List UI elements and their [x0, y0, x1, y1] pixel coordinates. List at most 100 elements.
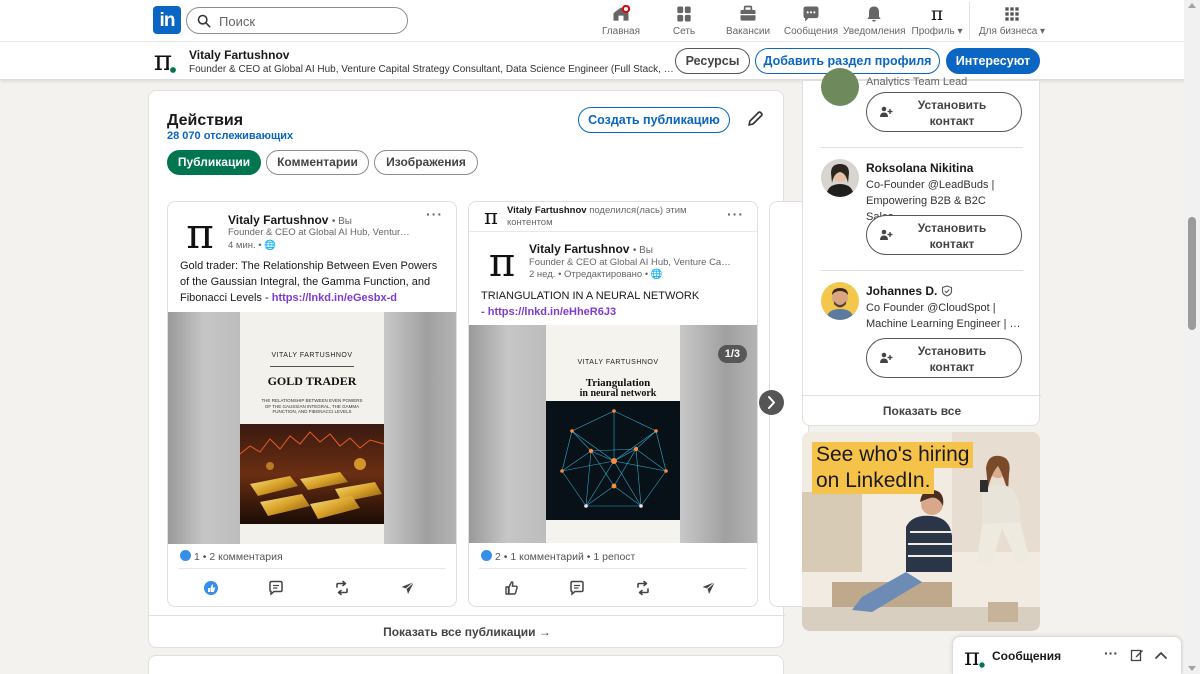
show-all-suggestions-button[interactable]: Показать все: [803, 395, 1041, 427]
person-avatar[interactable]: [821, 68, 859, 106]
post-link[interactable]: https://lnkd.in/eGesbx-d: [272, 292, 397, 304]
verified-shield-icon: [941, 285, 952, 297]
followers-link[interactable]: 28 070 отслеживающих: [167, 130, 293, 142]
nav-messaging[interactable]: Сообщения: [782, 4, 840, 38]
comment-icon[interactable]: [568, 579, 586, 597]
connect-button[interactable]: Установить контакт: [866, 215, 1022, 255]
post-reactions[interactable]: 1 • 2 комментария: [180, 550, 283, 563]
person-description: Co Founder @CloudSpot | Machine Learning…: [866, 302, 1021, 330]
post-author[interactable]: Vitaly Fartushnov • Вы: [529, 242, 653, 256]
resources-button[interactable]: Ресурсы: [675, 48, 750, 74]
post-reactions[interactable]: 2 • 1 комментарий • 1 репост: [481, 550, 635, 563]
chevron-up-icon[interactable]: [1154, 649, 1168, 661]
post-body: Gold trader: The Relationship Between Ev…: [180, 260, 438, 304]
person-avatar[interactable]: [821, 159, 859, 197]
messaging-more-icon[interactable]: ···: [1104, 645, 1118, 661]
messaging-avatar: π: [964, 644, 986, 670]
more-options-icon[interactable]: ···: [727, 206, 744, 222]
post-author-headline: Founder & CEO at Global AI Hub, Venture …: [228, 227, 413, 238]
profile-pi-icon: π: [931, 4, 943, 24]
sharer-avatar[interactable]: π: [481, 206, 501, 226]
interested-button[interactable]: Интересуют: [946, 48, 1040, 74]
nav-jobs[interactable]: Вакансии: [723, 4, 773, 38]
add-person-icon: [880, 352, 893, 363]
connect-button[interactable]: Установить контакт: [866, 338, 1022, 378]
edit-pencil-icon[interactable]: [746, 110, 764, 128]
next-section-card: [148, 655, 784, 674]
like-icon[interactable]: [502, 579, 520, 597]
like-reaction-icon: [180, 550, 191, 561]
profile-avatar[interactable]: π: [150, 46, 178, 74]
tab-comments[interactable]: Комментарии: [266, 150, 369, 175]
create-post-button[interactable]: Создать публикацию: [578, 107, 730, 133]
svg-text:π: π: [489, 242, 515, 280]
add-person-icon: [880, 229, 893, 240]
top-navigation: in Главная Сеть Вакансии Сообщения Уведо…: [0, 0, 1200, 42]
svg-text:π: π: [964, 644, 980, 670]
nav-profile[interactable]: π Профиль ▾: [908, 4, 966, 38]
author-avatar[interactable]: π: [483, 242, 521, 280]
activity-card: Действия 28 070 отслеживающих Создать пу…: [148, 90, 809, 649]
messaging-widget[interactable]: π Сообщения ···: [952, 636, 1182, 674]
people-suggestions-card: Analytics Team Lead Установить контакт R…: [802, 68, 1041, 427]
person-name[interactable]: Johannes D.: [866, 284, 953, 298]
tab-posts[interactable]: Публикации: [167, 150, 261, 175]
hiring-advertisement[interactable]: See who's hiring on LinkedIn.: [802, 432, 1040, 631]
svg-text:π: π: [931, 4, 943, 24]
chat-icon: [803, 6, 819, 22]
page-scrollbar[interactable]: [1184, 0, 1200, 674]
post-author-headline: Founder & CEO at Global AI Hub, Venture …: [529, 257, 734, 268]
image-blur-right: [384, 312, 456, 544]
send-icon[interactable]: [399, 579, 417, 597]
add-person-icon: [880, 106, 893, 117]
post-author[interactable]: Vitaly Fartushnov • Вы: [228, 213, 352, 227]
post-image-carousel[interactable]: VITALY FARTUSHNOV Triangulation in neura…: [469, 325, 757, 543]
connect-button[interactable]: Установить контакт: [866, 92, 1022, 132]
compose-message-icon[interactable]: [1130, 648, 1144, 662]
grid-icon: [1005, 7, 1019, 21]
search-input[interactable]: [219, 12, 399, 30]
repost-icon[interactable]: [634, 579, 652, 597]
scroll-up-arrow[interactable]: [1188, 3, 1196, 8]
author-avatar[interactable]: π: [180, 212, 220, 252]
bell-icon: [867, 6, 881, 22]
briefcase-icon: [740, 5, 756, 21]
like-reaction-icon: [481, 550, 492, 561]
post-card[interactable]: π Vitaly Fartushnov • Вы Founder & CEO a…: [167, 201, 457, 607]
linkedin-logo[interactable]: in: [153, 6, 181, 34]
more-options-icon[interactable]: ···: [426, 206, 443, 222]
send-icon[interactable]: [700, 579, 718, 597]
svg-text:π: π: [484, 206, 498, 226]
post-card[interactable]: π Vitaly Fartushnov поделился(лась) этим…: [468, 201, 758, 607]
scroll-down-arrow[interactable]: [1188, 666, 1196, 671]
person-avatar[interactable]: [821, 282, 859, 320]
svg-text:π: π: [186, 212, 214, 252]
profile-headline: Founder & CEO at Global AI Hub, Venture …: [189, 64, 675, 75]
comment-icon[interactable]: [267, 579, 285, 597]
show-all-posts-button[interactable]: Показать все публикации →: [149, 615, 785, 649]
ad-headline-line2: on LinkedIn.: [812, 468, 935, 494]
post-image[interactable]: VITALY FARTUSHNOV GOLD TRADER THE RELATI…: [168, 312, 456, 544]
nav-home[interactable]: Главная: [600, 4, 642, 38]
nav-business[interactable]: Для бизнеса ▾: [978, 4, 1046, 38]
search-icon: [197, 14, 211, 28]
home-icon: [613, 4, 631, 21]
tab-images[interactable]: Изображения: [374, 150, 478, 175]
post-body: TRIANGULATION IN A NEURAL NETWORK - https…: [481, 290, 700, 318]
carousel-counter: 1/3: [717, 345, 747, 363]
nav-notifications[interactable]: Уведомления: [843, 4, 906, 38]
repost-icon[interactable]: [333, 579, 351, 597]
profile-name: Vitaly Fartushnov: [189, 48, 290, 62]
book-cover-triangulation: VITALY FARTUSHNOV Triangulation in neura…: [546, 325, 690, 543]
messaging-title: Сообщения: [992, 649, 1062, 663]
nav-network[interactable]: Сеть: [664, 4, 704, 38]
carousel-next-button[interactable]: [759, 390, 784, 415]
post-link[interactable]: https://lnkd.in/eHheR6J3: [488, 306, 616, 318]
activity-title: Действия: [167, 112, 244, 129]
ad-headline-line1: See who's hiring: [812, 442, 974, 468]
search-box[interactable]: [186, 7, 408, 34]
scroll-thumb[interactable]: [1188, 217, 1196, 330]
shared-by-line: Vitaly Fartushnov поделился(лась) этим к…: [507, 205, 687, 228]
person-name[interactable]: Roksolana Nikitina: [866, 161, 973, 175]
like-icon[interactable]: [202, 579, 220, 597]
